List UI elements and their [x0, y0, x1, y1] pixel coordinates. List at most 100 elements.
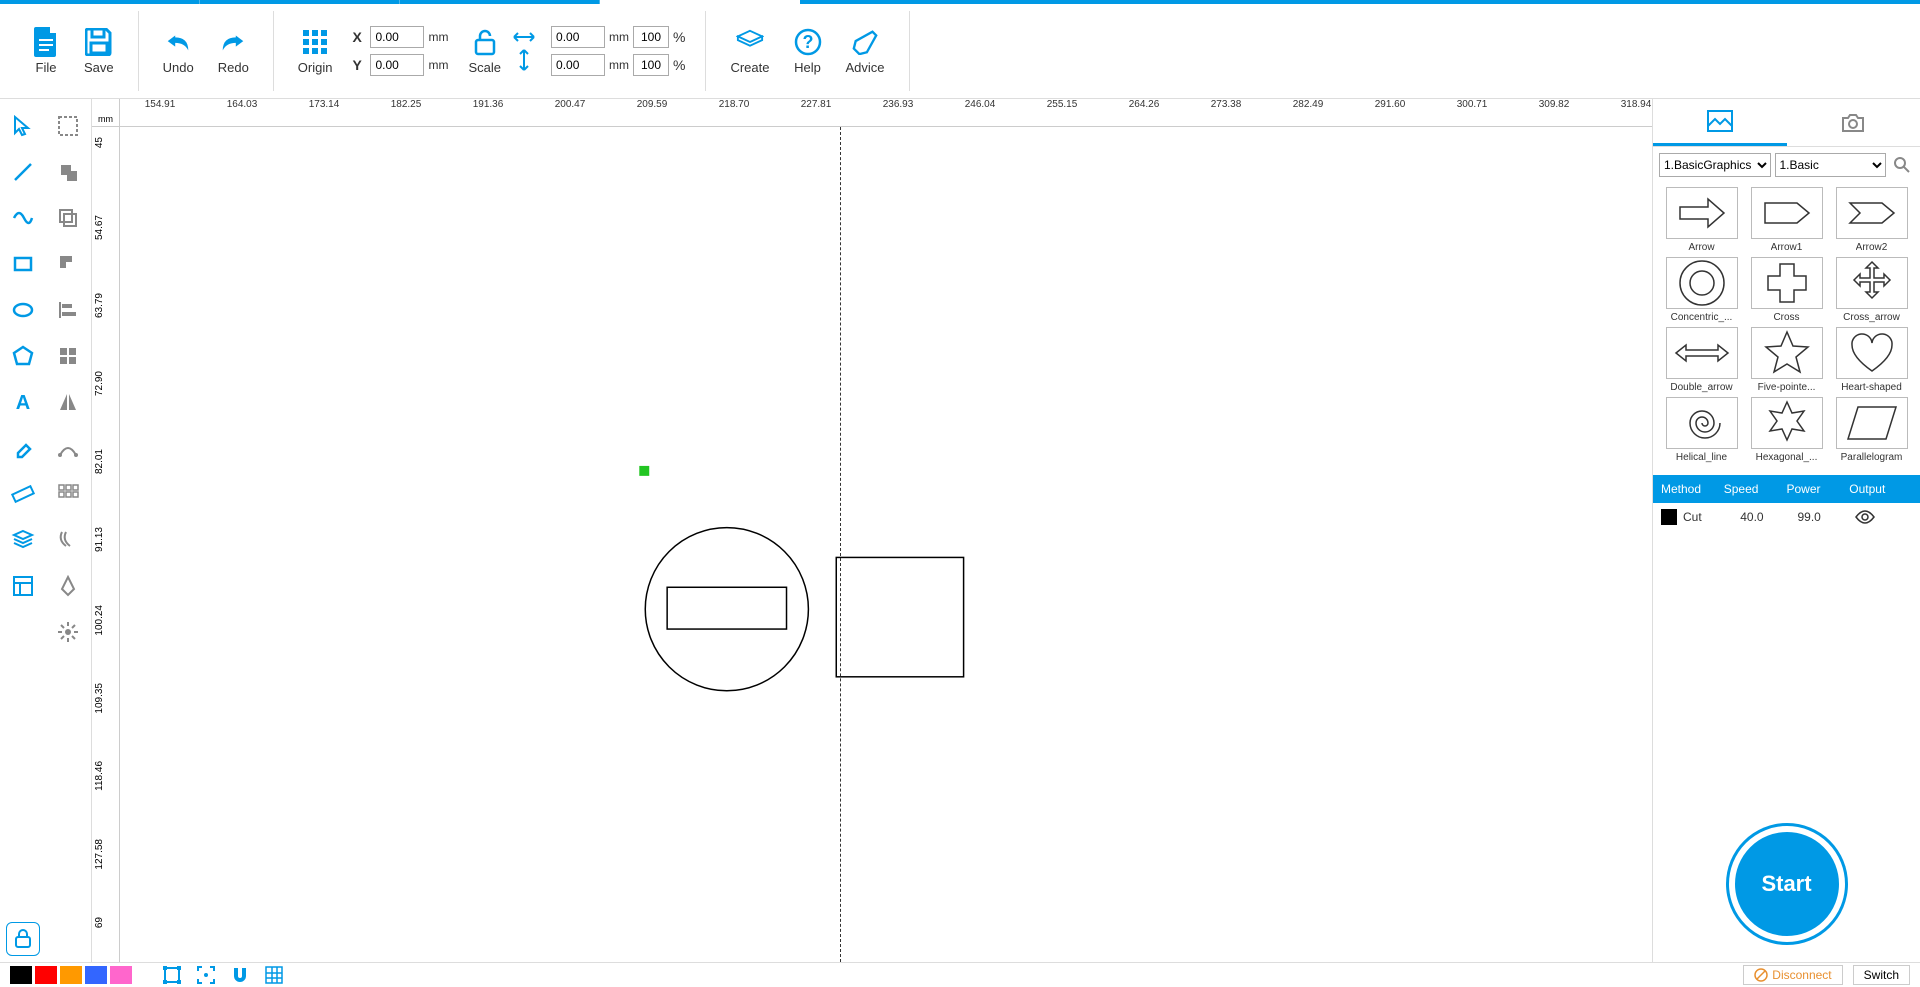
tab-design1[interactable]	[200, 0, 400, 4]
rectangle-tool[interactable]	[0, 241, 46, 287]
disconnect-button[interactable]: Disconnect	[1743, 965, 1842, 985]
camera-tab[interactable]	[1787, 99, 1920, 146]
polygon-tool[interactable]	[0, 333, 46, 379]
curve-tool[interactable]	[0, 195, 46, 241]
color-swatch[interactable]	[35, 966, 57, 984]
layers-tool[interactable]	[0, 517, 46, 563]
switch-button[interactable]: Switch	[1853, 965, 1910, 985]
shape-category-select[interactable]: 1.BasicGraphics	[1659, 153, 1771, 177]
shape-item-star6[interactable]: Hexagonal_...	[1746, 397, 1827, 463]
pen-tool[interactable]	[46, 563, 92, 609]
shape-thumb	[1666, 327, 1738, 379]
shape-item-star5[interactable]: Five-pointe...	[1746, 327, 1827, 393]
ruler-h-label: 291.60	[1375, 99, 1406, 110]
tab-design2[interactable]	[600, 0, 800, 4]
light-tool[interactable]	[46, 609, 92, 655]
focus-icon[interactable]	[196, 965, 216, 985]
shape-search-button[interactable]	[1890, 153, 1914, 177]
select-tool[interactable]	[0, 103, 46, 149]
mirror-tool[interactable]	[46, 379, 92, 425]
marquee-tool[interactable]	[46, 103, 92, 149]
x-input[interactable]	[370, 26, 424, 48]
undo-button[interactable]: Undo	[151, 24, 206, 79]
shape-item-spiral[interactable]: Helical_line	[1661, 397, 1742, 463]
canvas-area[interactable]: mm 154.91164.03173.14182.25191.36200.472…	[92, 99, 1652, 962]
subtract-tool[interactable]	[46, 241, 92, 287]
redo-button[interactable]: Redo	[206, 24, 261, 79]
align-tool[interactable]	[46, 287, 92, 333]
shape-subcategory-select[interactable]: 1.Basic	[1775, 153, 1887, 177]
layer-output-icon[interactable]	[1855, 510, 1912, 524]
shape-circle[interactable]	[645, 528, 808, 691]
shape-item-arrow2[interactable]: Arrow2	[1831, 187, 1912, 253]
line-tool[interactable]	[0, 149, 46, 195]
shape-inner-rect[interactable]	[667, 587, 786, 629]
ruler-v-label: 54.67	[94, 215, 105, 240]
layer-color-swatch[interactable]	[1661, 509, 1677, 525]
shape-item-cross[interactable]: Cross	[1746, 257, 1827, 323]
gallery-tab[interactable]	[1653, 99, 1787, 146]
eraser-tool[interactable]	[0, 425, 46, 471]
array-tool[interactable]	[46, 471, 92, 517]
grid-tool[interactable]	[46, 333, 92, 379]
ruler-h-label: 209.59	[637, 99, 668, 110]
ruler-h-label: 300.71	[1457, 99, 1488, 110]
ellipse-tool[interactable]	[0, 287, 46, 333]
lock-aspect-button[interactable]: Scale	[456, 24, 513, 79]
weld-tool[interactable]	[46, 149, 92, 195]
undo-label: Undo	[163, 60, 194, 75]
ruler-vertical: 4554.6763.7972.9082.0191.13100.24109.351…	[92, 127, 120, 962]
height-input[interactable]	[551, 54, 605, 76]
help-button[interactable]: ? Help	[782, 24, 834, 79]
magnet-icon[interactable]	[230, 965, 250, 985]
workspace-tool[interactable]	[0, 563, 46, 609]
shape-item-concentric[interactable]: Concentric_...	[1661, 257, 1742, 323]
height-pct-input[interactable]	[633, 54, 669, 76]
tab-app[interactable]	[0, 0, 200, 4]
shape-item-crossarrow[interactable]: Cross_arrow	[1831, 257, 1912, 323]
shape-square[interactable]	[836, 557, 963, 676]
ruler-corner: mm	[92, 99, 120, 127]
y-input[interactable]	[370, 54, 424, 76]
ruler-h-label: 191.36	[473, 99, 504, 110]
grid-icon[interactable]	[264, 965, 284, 985]
edit-node-tool[interactable]	[46, 425, 92, 471]
layers-header: Method Speed Power Output	[1653, 475, 1920, 503]
file-button[interactable]: File	[20, 24, 72, 79]
width-pct-input[interactable]	[633, 26, 669, 48]
shape-item-heart[interactable]: Heart-shaped	[1831, 327, 1912, 393]
color-swatch[interactable]	[85, 966, 107, 984]
shape-item-parallelogram[interactable]: Parallelogram	[1831, 397, 1912, 463]
bottom-bar: Disconnect Switch	[0, 962, 1920, 987]
color-swatch[interactable]	[10, 966, 32, 984]
text-tool[interactable]: A	[0, 379, 46, 425]
lock-workspace-button[interactable]	[6, 922, 40, 956]
advice-icon	[851, 28, 879, 56]
canvas[interactable]	[120, 127, 1652, 962]
color-swatch[interactable]	[60, 966, 82, 984]
outline-tool[interactable]	[46, 517, 92, 563]
width-input[interactable]	[551, 26, 605, 48]
start-button[interactable]: Start	[1729, 826, 1845, 942]
save-button[interactable]: Save	[72, 24, 126, 79]
shape-item-arrow[interactable]: Arrow	[1661, 187, 1742, 253]
layers-panel: Method Speed Power Output Cut 40.0 99.0	[1653, 475, 1920, 531]
shape-item-doublearrow[interactable]: Double_arrow	[1661, 327, 1742, 393]
shape-thumb	[1836, 327, 1908, 379]
ruler-h-label: 164.03	[227, 99, 258, 110]
copy-tool[interactable]	[46, 195, 92, 241]
shape-thumb	[1751, 187, 1823, 239]
w-pct-sign: %	[673, 29, 685, 45]
ruler-v-label: 91.13	[94, 527, 105, 552]
shape-item-arrow1[interactable]: Arrow1	[1746, 187, 1827, 253]
color-swatch[interactable]	[110, 966, 132, 984]
create-button[interactable]: Create	[718, 24, 781, 79]
advice-button[interactable]: Advice	[834, 24, 897, 79]
bounds-icon[interactable]	[162, 965, 182, 985]
shape-thumb	[1751, 327, 1823, 379]
measure-tool[interactable]	[0, 471, 46, 517]
layer-row[interactable]: Cut 40.0 99.0	[1653, 503, 1920, 531]
origin-label: Origin	[298, 60, 333, 75]
origin-button[interactable]: Origin	[286, 24, 345, 79]
tab-lcp[interactable]	[400, 0, 600, 4]
